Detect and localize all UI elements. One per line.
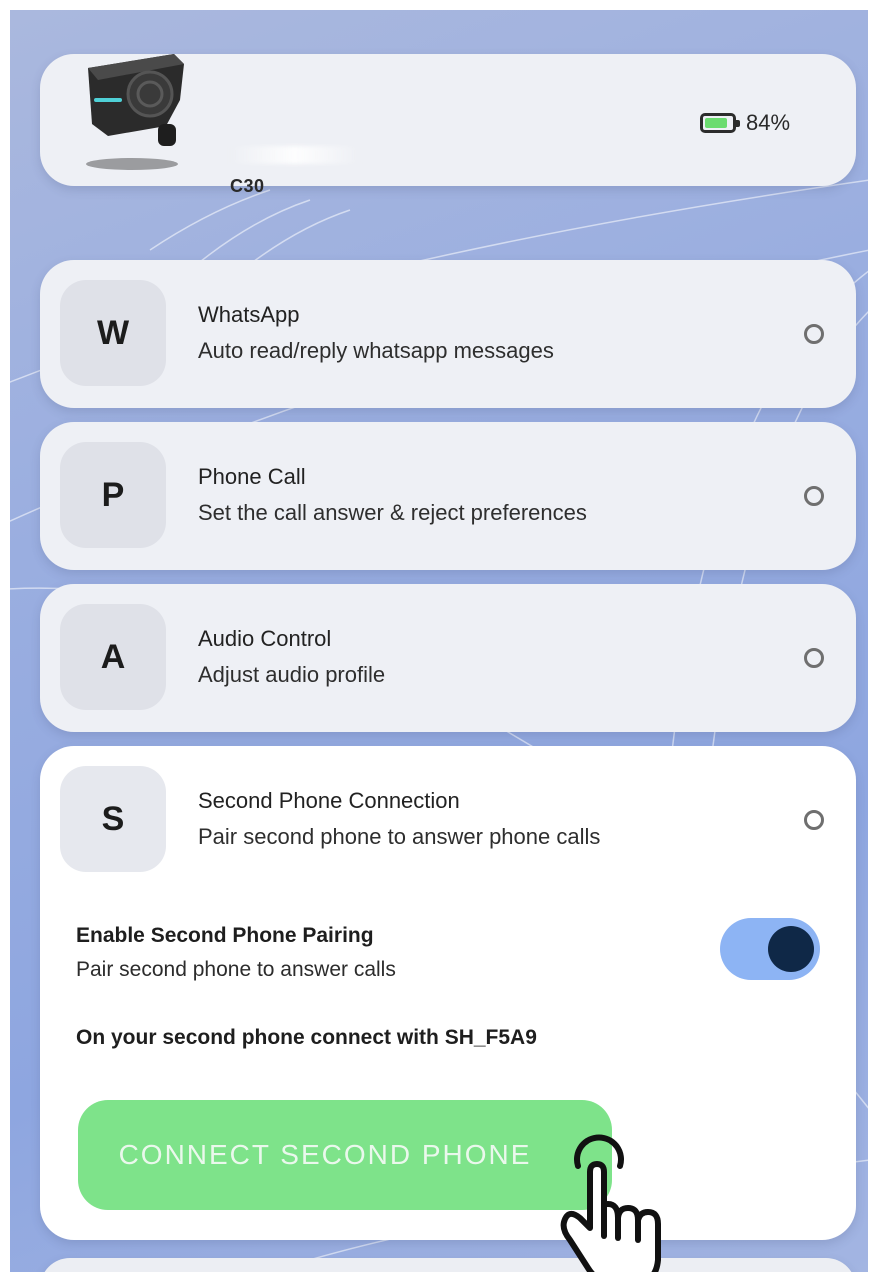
hand-pointer-icon bbox=[560, 1134, 661, 1272]
device-name-redacted bbox=[230, 146, 360, 164]
feature-letter-icon: S bbox=[60, 766, 166, 872]
feature-letter-icon: A bbox=[60, 604, 166, 710]
feature-title: WhatsApp bbox=[198, 302, 300, 327]
feature-description: Auto read/reply whatsapp messages bbox=[198, 338, 554, 363]
battery-status: 84% bbox=[700, 110, 790, 136]
device-model: C30 bbox=[230, 176, 265, 196]
next-card-partial bbox=[40, 1258, 856, 1272]
radio-button-icon[interactable] bbox=[804, 324, 824, 344]
radio-button-icon[interactable] bbox=[804, 486, 824, 506]
enable-pairing-toggle[interactable] bbox=[720, 918, 820, 980]
feature-title: Audio Control bbox=[198, 626, 332, 651]
feature-card-whatsapp[interactable]: W WhatsApp Auto read/reply whatsapp mess… bbox=[40, 260, 856, 408]
radio-button-icon[interactable] bbox=[804, 810, 824, 830]
battery-level-fill bbox=[705, 118, 727, 128]
feature-letter-icon: W bbox=[60, 280, 166, 386]
headset-device-icon bbox=[86, 54, 184, 170]
feature-card-audio-control[interactable]: A Audio Control Adjust audio profile bbox=[40, 584, 856, 732]
battery-percent: 84% bbox=[746, 110, 791, 135]
feature-title: Phone Call bbox=[198, 464, 306, 489]
toggle-knob bbox=[768, 926, 814, 972]
app-screen: C30 84% W WhatsApp Auto read/reply whats… bbox=[10, 10, 868, 1272]
feature-description: Set the call answer & reject preferences bbox=[198, 500, 587, 525]
battery-icon bbox=[700, 113, 740, 133]
feature-card-phone-call[interactable]: P Phone Call Set the call answer & rejec… bbox=[40, 422, 856, 570]
feature-description: Adjust audio profile bbox=[198, 662, 386, 687]
radio-button-icon[interactable] bbox=[804, 648, 824, 668]
feature-letter-icon: P bbox=[60, 442, 166, 548]
connect-second-phone-button[interactable]: CONNECT SECOND PHONE bbox=[78, 1100, 612, 1210]
enable-pairing-description: Pair second phone to answer calls bbox=[76, 958, 396, 981]
feature-card-second-phone: S Second Phone Connection Pair second ph… bbox=[40, 746, 856, 1240]
device-card[interactable]: C30 84% bbox=[40, 54, 856, 196]
connect-instructions: On your second phone connect with SH_F5A… bbox=[76, 1026, 537, 1049]
feature-title: Second Phone Connection bbox=[198, 788, 460, 813]
enable-pairing-title: Enable Second Phone Pairing bbox=[76, 924, 374, 947]
feature-description: Pair second phone to answer phone calls bbox=[198, 824, 601, 849]
